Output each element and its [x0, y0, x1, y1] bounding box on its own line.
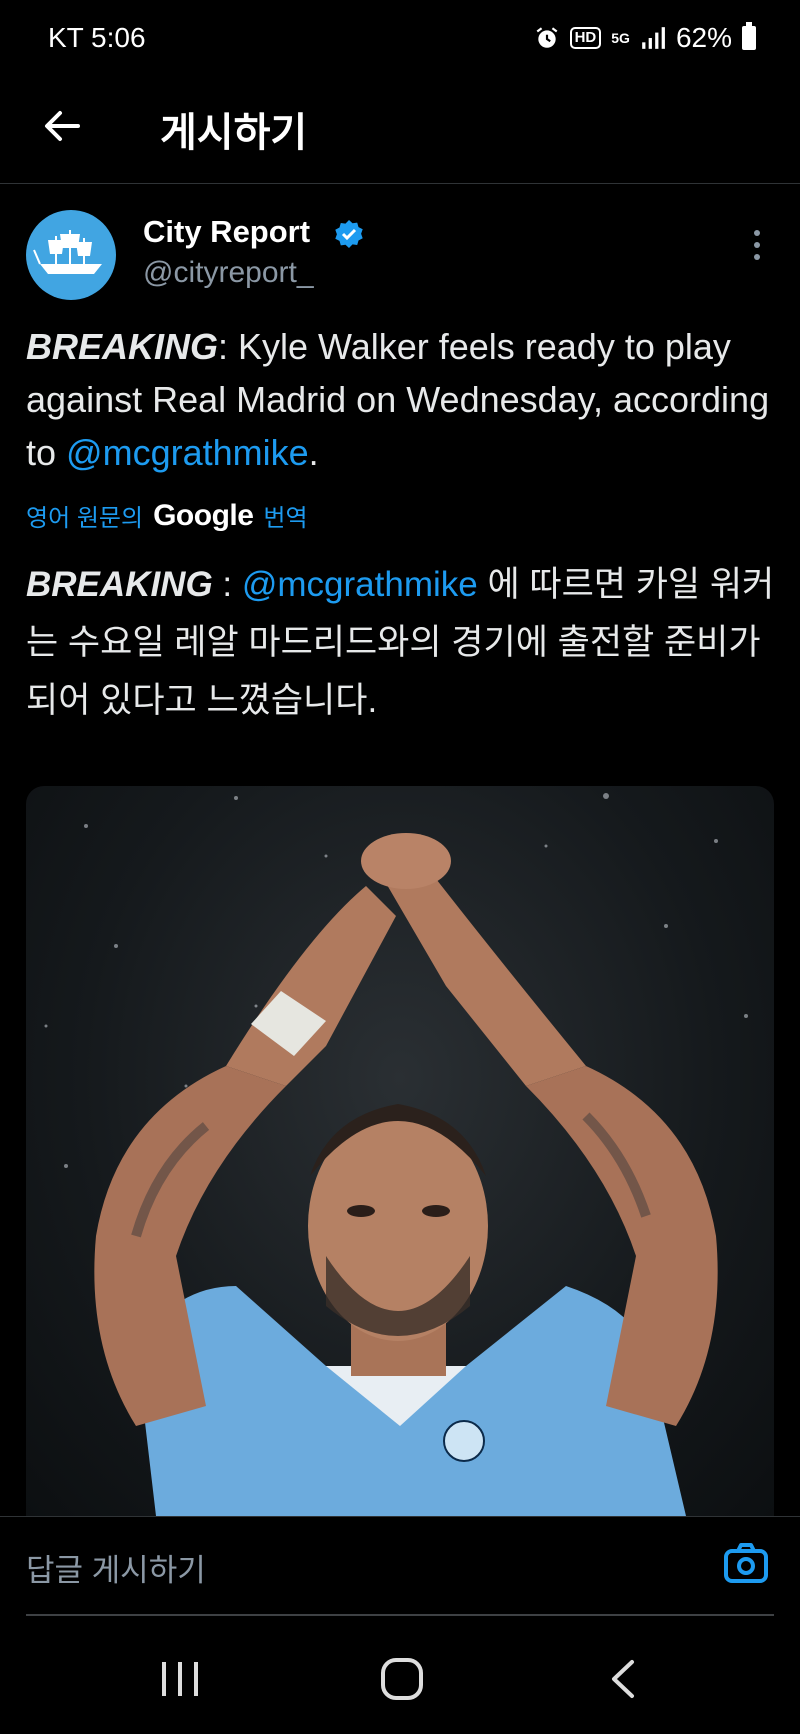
tweet-end: . — [308, 432, 319, 473]
author-handle[interactable]: @cityreport_ — [143, 256, 314, 290]
translated-text: BREAKING : @mcgrathmike 에 따르면 카일 워커는 수요일… — [26, 556, 786, 730]
alarm-icon — [536, 27, 557, 48]
back-arrow-icon[interactable] — [38, 102, 86, 150]
translate-suffix: 번역 — [263, 505, 308, 532]
reply-input[interactable]: 답글 게시하기 — [26, 1545, 206, 1590]
back-icon[interactable] — [600, 1656, 650, 1702]
translated-mention-link[interactable]: @mcgrathmike — [242, 565, 478, 604]
camera-icon[interactable] — [722, 1539, 770, 1587]
battery-icon — [742, 22, 756, 50]
signal-icon — [642, 27, 665, 49]
page-title: 게시하기 — [160, 111, 308, 155]
hd-icon: HD — [569, 27, 602, 49]
tweet-photo[interactable] — [26, 786, 774, 1516]
system-nav-bar — [0, 1616, 800, 1734]
more-options-icon[interactable] — [745, 230, 769, 266]
ship-logo-icon — [33, 230, 102, 274]
battery-percent: 62% — [675, 22, 732, 53]
home-icon[interactable] — [377, 1656, 427, 1702]
carrier-time: KT 5:06 — [48, 22, 146, 53]
player-photo — [44, 793, 748, 1516]
recent-apps-icon[interactable] — [155, 1656, 205, 1702]
tweet-text: BREAKING: Kyle Walker feels ready to pla… — [26, 320, 786, 479]
translated-breaking: BREAKING — [26, 565, 213, 604]
avatar[interactable] — [26, 210, 116, 300]
breaking-label: BREAKING — [26, 326, 219, 367]
google-logo: Google — [153, 498, 254, 532]
status-icons: HD 5G 62% — [534, 22, 756, 54]
mention-link[interactable]: @mcgrathmike — [66, 432, 309, 473]
app-header: 게시하기 — [0, 78, 800, 184]
translated-sep: : — [212, 565, 242, 604]
status-bar: KT 5:06 HD 5G 62% — [0, 0, 800, 78]
5g-icon: 5G — [611, 29, 630, 46]
verified-badge-icon — [335, 220, 363, 248]
reply-bar: 답글 게시하기 — [0, 1516, 800, 1617]
translate-prefix: 영어 원문의 — [26, 505, 144, 532]
translation-attribution[interactable]: 영어 원문의 Google 번역 — [26, 498, 308, 533]
author-name[interactable]: City Report — [143, 214, 310, 250]
